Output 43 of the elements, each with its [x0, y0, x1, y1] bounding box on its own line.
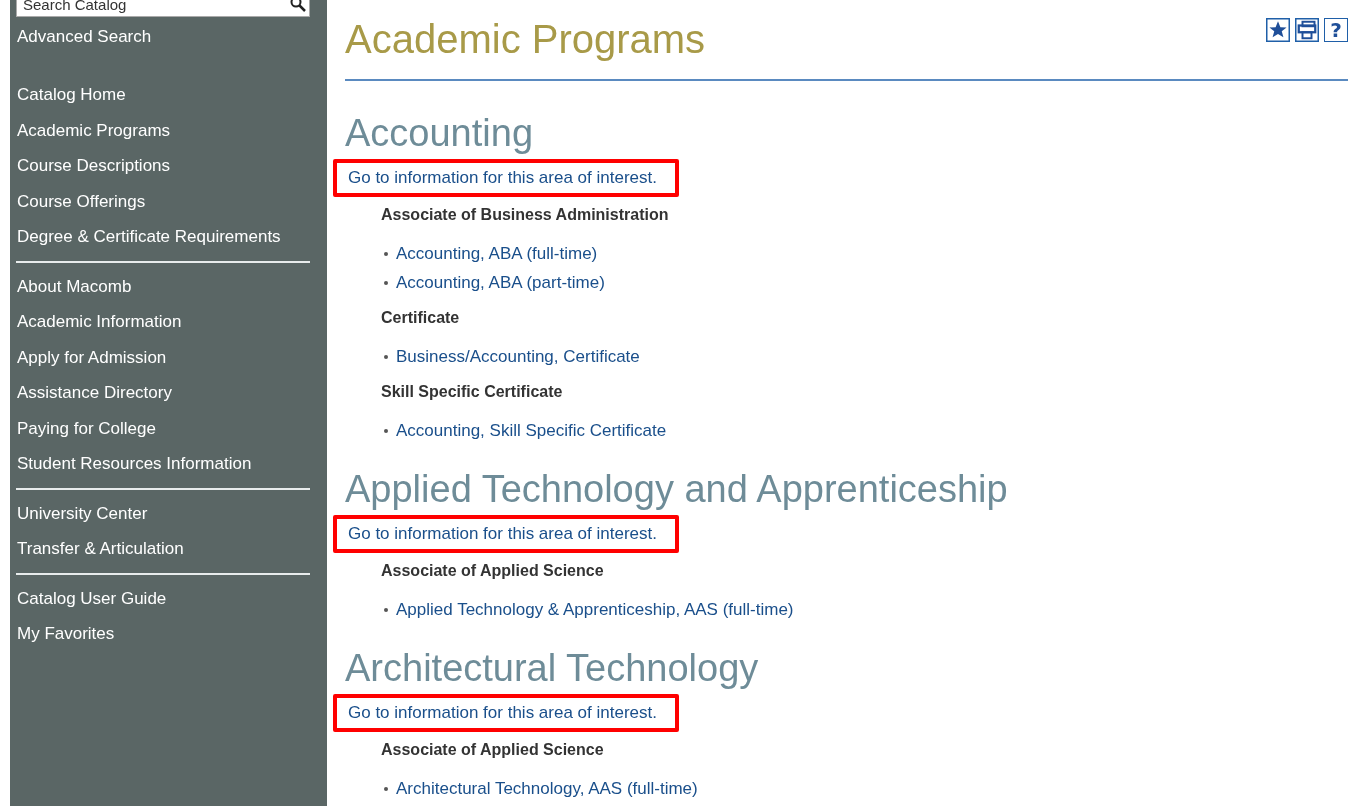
sidebar-link[interactable]: Student Resources Information	[16, 446, 310, 482]
sidebar-link[interactable]: Course Descriptions	[16, 148, 310, 184]
sidebar-link[interactable]: My Favorites	[16, 616, 310, 652]
degree-heading: Associate of Applied Science	[381, 561, 604, 581]
sidebar-link[interactable]: Academic Information	[16, 304, 310, 340]
degree-heading: Certificate	[381, 308, 460, 328]
program-link[interactable]: Accounting, ABA (full-time)	[396, 239, 598, 268]
page-title: Academic Programs	[345, 16, 706, 63]
sidebar-link[interactable]: Assistance Directory	[16, 375, 310, 411]
degree-heading: Associate of Applied Science	[381, 740, 604, 760]
help-button[interactable]: ?	[1324, 18, 1348, 42]
sidebar-link[interactable]: About Macomb	[16, 268, 310, 304]
area-link[interactable]: Go to information for this area of interest.	[333, 694, 679, 732]
section-heading: Applied Technology and Apprenticeship	[345, 467, 1008, 512]
area-link[interactable]: Go to information for this area of interest.	[333, 515, 679, 553]
search-icon[interactable]	[290, 0, 306, 12]
program-link[interactable]: Business/Accounting, Certificate	[396, 342, 640, 371]
section-heading: Architectural Technology	[345, 646, 759, 691]
program-link[interactable]: Architectural Technology, AAS (full-time)	[396, 774, 698, 803]
bullet-icon	[384, 354, 388, 359]
sidebar-link[interactable]: Transfer & Articulation	[16, 531, 310, 567]
bullet-icon	[384, 607, 388, 612]
sidebar-link[interactable]: Paying for College	[16, 410, 310, 446]
section-heading: Accounting	[345, 111, 533, 156]
bullet-icon	[384, 251, 388, 256]
program-link[interactable]: Applied Technology & Apprenticeship, AAS (full-time)	[396, 595, 794, 624]
sidebar-link[interactable]: Advanced Search	[16, 25, 310, 49]
sidebar-link[interactable]: Catalog User Guide	[16, 580, 310, 616]
sidebar-link[interactable]: Degree & Certificate Requirements	[16, 219, 310, 255]
bullet-icon	[384, 786, 388, 791]
degree-heading: Skill Specific Certificate	[381, 382, 563, 402]
program-link[interactable]: Accounting, ABA (part-time)	[396, 268, 605, 297]
bullet-icon	[384, 428, 388, 433]
degree-heading: Associate of Business Administration	[381, 205, 669, 225]
sidebar-link[interactable]: Academic Programs	[16, 112, 310, 148]
sidebar-link[interactable]: Course Offerings	[16, 183, 310, 219]
sidebar-link[interactable]: Apply for Admission	[16, 339, 310, 375]
sidebar-link[interactable]: Catalog Home	[16, 77, 310, 113]
sidebar-link[interactable]: University Center	[16, 495, 310, 531]
program-link[interactable]: Accounting, Skill Specific Certificate	[396, 416, 667, 445]
print-icon[interactable]	[1295, 18, 1319, 42]
area-link[interactable]: Go to information for this area of interest.	[333, 159, 679, 197]
bullet-icon	[384, 280, 388, 285]
